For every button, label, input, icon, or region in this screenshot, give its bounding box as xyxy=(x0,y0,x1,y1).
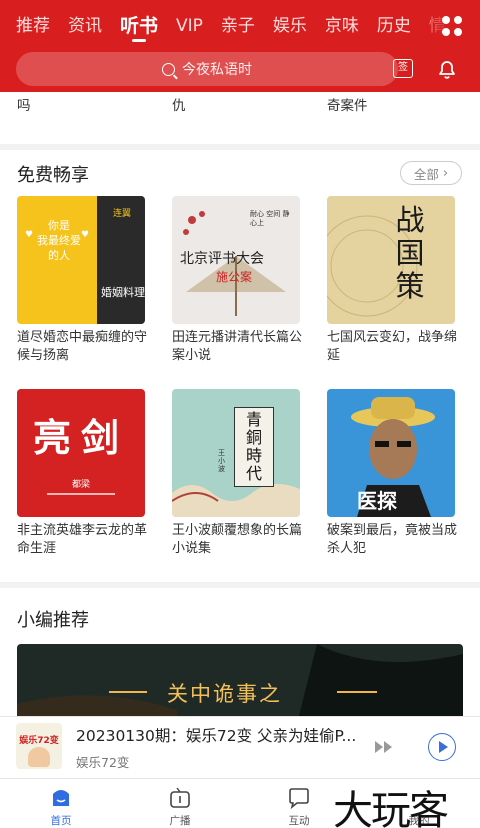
search-icon xyxy=(162,62,175,76)
chat-icon xyxy=(289,788,309,810)
prev-item-title[interactable]: 吗 xyxy=(17,94,31,114)
section-title: 免费畅享 xyxy=(17,165,89,186)
cover-author: 都梁 xyxy=(71,480,90,490)
cover-decoration xyxy=(47,493,115,495)
book-cover[interactable]: 亮剑 都梁 xyxy=(17,389,145,517)
tab-audiobook[interactable]: 听书 xyxy=(111,0,167,46)
cover-text: 青銅時代 xyxy=(245,410,262,483)
book-title[interactable]: 王小波颠覆想象的长篇小说集 xyxy=(172,522,306,558)
player-title[interactable]: 20230130期：娱乐72变 父亲为娃偷P... xyxy=(76,724,366,746)
book-title[interactable]: 七国风云变幻，战争绵延 xyxy=(327,329,461,365)
book-cover[interactable]: 你是 我最终爱 的人 ♥ ♥ 连翼 婚姻料理 xyxy=(17,196,145,324)
book-cover[interactable]: 北京评书大会 施公案 耐心 空间 静心上 xyxy=(172,196,300,324)
tab-recommend[interactable]: 推荐 xyxy=(0,0,59,46)
player-cover[interactable]: 娱乐72变 xyxy=(16,723,62,769)
cover-text: 施公案 xyxy=(216,270,253,284)
prev-item-title[interactable]: 奇案件 xyxy=(327,94,368,114)
tab-entertainment[interactable]: 娱乐 xyxy=(264,0,316,46)
player-cover-text: 娱乐72变 xyxy=(19,736,59,746)
banner-title: 关中诡事之 xyxy=(167,682,282,706)
book-cover[interactable]: 青銅時代 王小波 xyxy=(172,389,300,517)
checkin-calendar-icon[interactable]: 签 xyxy=(393,59,413,78)
home-icon xyxy=(53,790,69,806)
view-all-label: 全部 xyxy=(413,166,439,182)
tab-family[interactable]: 亲子 xyxy=(212,0,264,46)
tab-beijing[interactable]: 京味 xyxy=(316,0,368,46)
cover-text: 耐心 空间 静心上 xyxy=(250,210,290,227)
cover-author: 连翼 xyxy=(113,209,132,219)
mini-player[interactable]: 娱乐72变 20230130期：娱乐72变 父亲为娃偷P... 娱乐72变 xyxy=(0,716,480,778)
chevron-right-icon: › xyxy=(442,165,449,181)
nav-label: 首页 xyxy=(50,815,72,827)
cover-text: 婚姻料理 xyxy=(101,286,145,299)
tab-news[interactable]: 资讯 xyxy=(59,0,111,46)
category-grid-icon[interactable] xyxy=(442,16,462,36)
view-all-button[interactable]: 全部 › xyxy=(400,161,462,185)
search-placeholder: 今夜私语时 xyxy=(182,62,252,78)
heart-icon: ♥ xyxy=(25,230,34,240)
top-header: 推荐 资讯 听书 VIP 亲子 娱乐 京味 历史 情 今夜私语时 签 xyxy=(0,0,480,92)
heart-icon: ♥ xyxy=(81,230,90,240)
book-title[interactable]: 田连元播讲清代长篇公案小说 xyxy=(172,329,306,365)
tab-vip[interactable]: VIP xyxy=(167,0,212,46)
fast-forward-icon[interactable] xyxy=(373,737,395,757)
cover-text: 医探 xyxy=(357,489,397,513)
nav-home[interactable]: 首页 xyxy=(21,779,101,828)
book-title[interactable]: 道尽婚恋中最痴缠的守候与扬离 xyxy=(17,329,151,365)
previous-section: 吗 仇 奇案件 xyxy=(0,92,480,144)
book-title[interactable]: 破案到最后，竟被当成杀人犯 xyxy=(327,522,461,558)
cover-text: 战国策 xyxy=(395,203,425,303)
prev-item-title[interactable]: 仇 xyxy=(172,94,186,114)
nav-radio[interactable]: 广播 xyxy=(140,779,220,828)
editor-banner[interactable]: 关中诡事之 xyxy=(17,644,463,724)
bell-icon[interactable] xyxy=(436,58,458,80)
section-title: 小编推荐 xyxy=(17,610,89,631)
cover-text: 亮剑 xyxy=(32,416,129,460)
watermark-logo: 大玩客 xyxy=(333,788,449,828)
cover-text: 北京评书大会 xyxy=(180,251,264,267)
book-cover[interactable]: 战国策 xyxy=(327,196,455,324)
cover-text: 的人 xyxy=(48,249,70,262)
book-cover[interactable]: 医探 xyxy=(327,389,455,517)
radio-icon xyxy=(170,787,190,808)
play-icon[interactable] xyxy=(428,733,456,761)
book-title[interactable]: 非主流英雄李云龙的革命生涯 xyxy=(17,522,151,558)
cover-illustration xyxy=(327,215,418,317)
cover-author: 王小波 xyxy=(218,449,225,473)
nav-interact[interactable]: 互动 xyxy=(259,779,339,828)
nav-label: 广播 xyxy=(169,815,191,827)
search-bar[interactable]: 今夜私语时 xyxy=(16,52,398,86)
nav-label: 互动 xyxy=(288,815,310,827)
player-subtitle: 娱乐72变 xyxy=(76,755,130,770)
category-tabs: 推荐 资讯 听书 VIP 亲子 娱乐 京味 历史 情 xyxy=(0,0,480,46)
